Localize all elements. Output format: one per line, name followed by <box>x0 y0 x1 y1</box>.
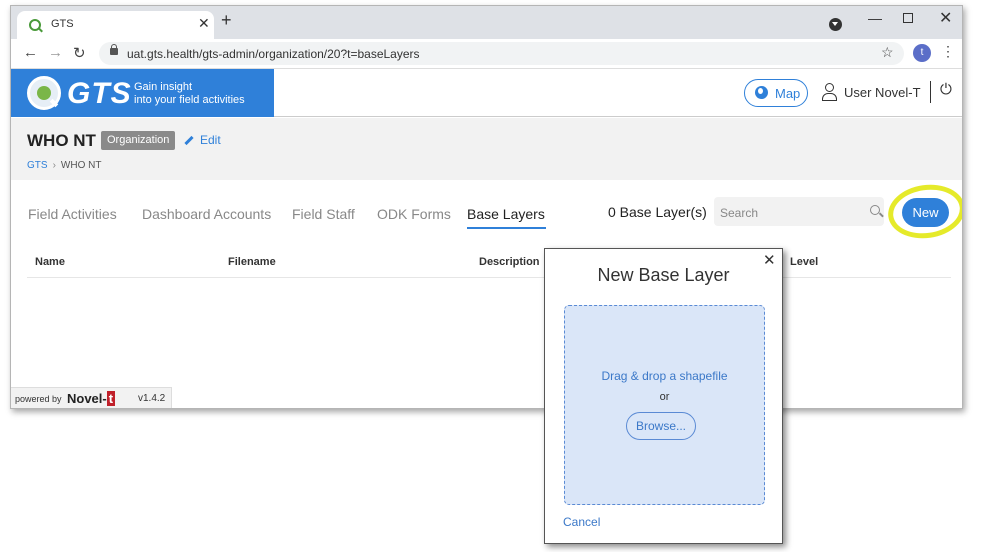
breadcrumb-current: WHO NT <box>60 160 102 171</box>
browser-tab-title: GTS <box>51 18 74 30</box>
pencil-icon <box>184 136 194 146</box>
profile-avatar[interactable]: t <box>913 44 931 62</box>
screenshot-stage: GTS ✕ + — ✕ ← → ↻ uat.gts.health/gts-adm… <box>0 0 981 552</box>
edit-label: Edit <box>200 133 221 147</box>
base-layer-count: 0 Base Layer(s) <box>608 204 707 220</box>
novel-t-logo-t: t <box>106 391 116 406</box>
dropzone-text: Drag & drop a shapefile <box>601 369 728 383</box>
section-tabs: Field Activities Dashboard Accounts Fiel… <box>11 179 962 244</box>
tab-close-icon[interactable]: ✕ <box>198 15 210 32</box>
breadcrumb: GTS › WHO NT <box>27 160 101 171</box>
user-icon <box>821 83 837 101</box>
globe-icon <box>755 86 768 99</box>
column-header-filename[interactable]: Filename <box>228 256 276 268</box>
map-button-label: Map <box>775 86 801 101</box>
gts-globe-logo-icon <box>27 76 61 110</box>
novel-t-logo: Novel-t <box>67 391 116 406</box>
forward-arrow-icon[interactable]: → <box>48 44 63 61</box>
new-base-layer-dialog: ✕ New Base Layer Drag & drop a shapefile… <box>544 248 783 544</box>
chevron-right-icon: › <box>52 160 56 171</box>
browse-button[interactable]: Browse... <box>626 412 696 440</box>
organization-badge: Organization <box>101 131 176 150</box>
reload-icon[interactable]: ↻ <box>73 44 86 62</box>
new-tab-icon[interactable]: + <box>221 10 232 31</box>
profile-dropdown-icon[interactable] <box>829 18 842 31</box>
brand-block[interactable]: GTS Gain insight into your field activit… <box>11 69 274 117</box>
tab-field-staff[interactable]: Field Staff <box>292 206 355 222</box>
cancel-button[interactable]: Cancel <box>563 515 600 529</box>
logo-text: GTS <box>67 77 132 110</box>
shapefile-dropzone[interactable]: Drag & drop a shapefile or Browse... <box>564 305 765 505</box>
browser-menu-icon[interactable]: ⋮ <box>941 43 955 60</box>
lock-icon <box>110 44 118 55</box>
tab-odk-forms[interactable]: ODK Forms <box>377 206 451 222</box>
new-button[interactable]: New <box>902 198 949 227</box>
active-tab-indicator <box>467 227 546 229</box>
url-text: uat.gts.health/gts-admin/organization/20… <box>127 47 420 61</box>
user-name[interactable]: User Novel-T <box>844 85 921 100</box>
power-logout-icon[interactable]: ⏻ <box>940 81 952 98</box>
url-field[interactable]: uat.gts.health/gts-admin/organization/20… <box>99 42 904 65</box>
search-input[interactable]: Search <box>714 197 884 226</box>
search-icon <box>870 205 880 215</box>
dialog-title: New Base Layer <box>597 265 730 285</box>
address-bar: ← → ↻ uat.gts.health/gts-admin/organizat… <box>11 39 962 69</box>
column-header-level[interactable]: Level <box>790 256 818 268</box>
browser-tabstrip: GTS ✕ + — ✕ <box>11 6 962 39</box>
edit-link[interactable]: Edit <box>184 133 221 147</box>
header-divider <box>930 81 931 103</box>
column-header-description[interactable]: Description <box>479 256 540 268</box>
powered-by-text: powered by <box>15 394 62 404</box>
search-placeholder: Search <box>720 206 759 220</box>
dropzone-or-text: or <box>659 391 670 403</box>
tagline: Gain insight into your field activities <box>134 81 245 107</box>
tab-dashboard-accounts[interactable]: Dashboard Accounts <box>142 206 271 222</box>
tab-field-activities[interactable]: Field Activities <box>28 206 117 222</box>
maximize-icon[interactable] <box>903 13 913 23</box>
map-button[interactable]: Map <box>744 79 808 107</box>
tagline-line1: Gain insight <box>134 81 193 93</box>
bookmark-star-icon[interactable]: ☆ <box>881 44 894 61</box>
tab-base-layers[interactable]: Base Layers <box>467 206 545 222</box>
page-title: WHO NT <box>27 131 96 150</box>
version-text: v1.4.2 <box>138 393 166 404</box>
back-arrow-icon[interactable]: ← <box>23 44 38 61</box>
table-header: Name Filename Description Level <box>27 246 951 278</box>
organization-bar: WHO NT Organization Edit GTS › WHO NT <box>11 118 962 180</box>
novel-t-logo-main: Novel- <box>67 391 107 406</box>
browser-window: GTS ✕ + — ✕ ← → ↻ uat.gts.health/gts-adm… <box>10 5 963 409</box>
gts-app: GTS Gain insight into your field activit… <box>11 69 962 408</box>
favicon-icon <box>29 19 41 31</box>
window-close-icon[interactable]: ✕ <box>939 8 952 28</box>
breadcrumb-home-link[interactable]: GTS <box>27 160 48 171</box>
minimize-icon[interactable]: — <box>868 10 882 26</box>
column-header-name[interactable]: Name <box>35 256 65 268</box>
footer-badge: powered by Novel-t v1.4.2 <box>11 387 172 408</box>
tagline-line2: into your field activities <box>134 94 245 106</box>
browser-tab[interactable]: GTS ✕ <box>17 11 214 39</box>
app-header: GTS Gain insight into your field activit… <box>11 69 962 117</box>
